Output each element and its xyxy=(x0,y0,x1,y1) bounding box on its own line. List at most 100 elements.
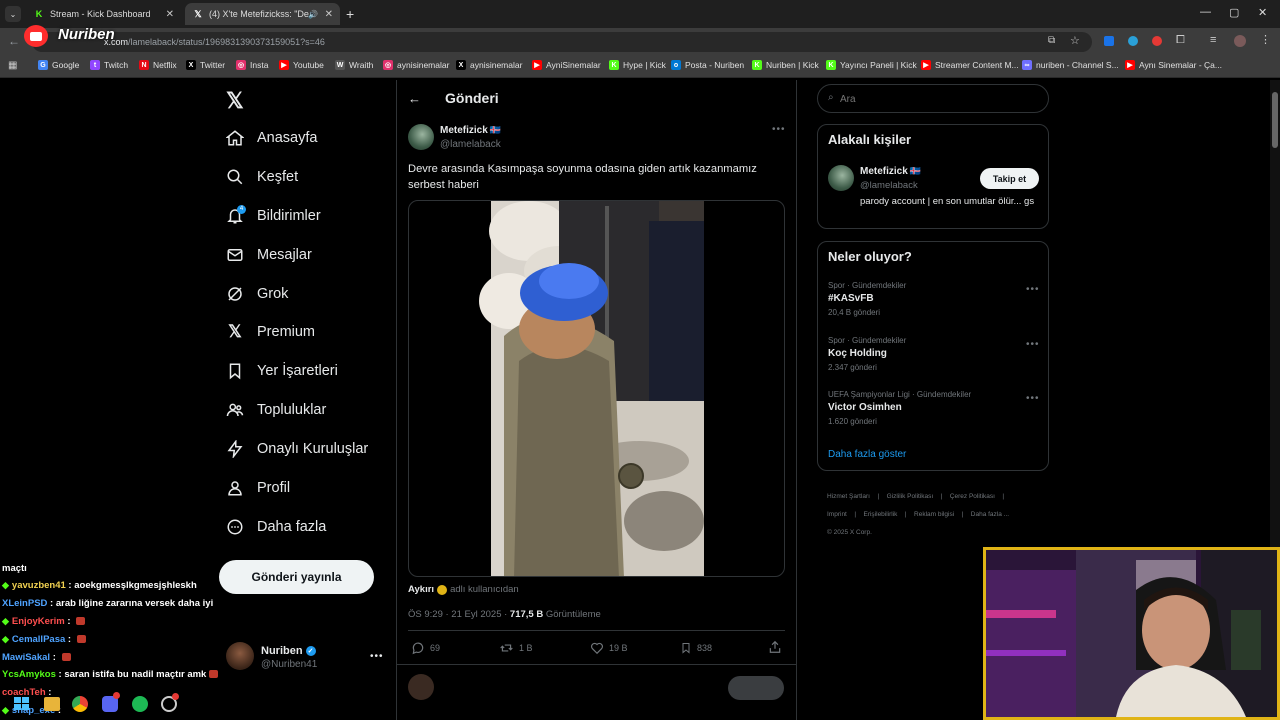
bookmark-item[interactable]: K Yayıncı Paneli | Kick xyxy=(826,60,917,70)
bookmark-item[interactable]: W Wraith xyxy=(335,60,373,70)
chat-username[interactable]: EnjoyKerim xyxy=(12,616,65,627)
bookmark-item[interactable]: ▶ Youtube xyxy=(279,60,324,70)
chat-username[interactable]: CemallPasa xyxy=(12,634,65,645)
avatar[interactable] xyxy=(408,124,434,150)
show-more-link[interactable]: Daha fazla göster xyxy=(828,449,906,460)
nav-profile[interactable]: Profil xyxy=(226,476,290,500)
footer-link[interactable]: Erişilebilirlik xyxy=(863,511,897,518)
nav-label: Bildirimler xyxy=(257,208,321,224)
author-name-row[interactable]: Metefizick 🇮🇸 xyxy=(440,125,501,136)
follow-button[interactable]: Takip et xyxy=(980,168,1039,189)
menu-icon[interactable]: ⋮ xyxy=(1260,33,1271,46)
bookmark-item[interactable]: ◎ Insta xyxy=(236,60,268,70)
nav-more[interactable]: Daha fazla xyxy=(226,515,326,539)
bookmark-item[interactable]: ▶ Aynı Sinemalar - Ça... xyxy=(1125,60,1222,70)
nav-communities[interactable]: Topluluklar xyxy=(226,398,326,422)
more-circle-icon xyxy=(226,518,244,536)
footer-link[interactable]: Gizlilik Politikası xyxy=(887,493,934,500)
more-dots-icon[interactable]: ••• xyxy=(772,124,786,135)
like-button[interactable]: 19 B xyxy=(590,641,628,655)
footer-link[interactable]: Daha fazla ... xyxy=(971,511,1009,518)
more-dots-icon[interactable]: ••• xyxy=(1026,393,1040,404)
puzzle-icon[interactable]: ⧠ xyxy=(1176,34,1185,47)
chrome-icon[interactable] xyxy=(72,696,88,712)
nav-messages[interactable]: Mesajlar xyxy=(226,243,312,267)
post-button[interactable]: Gönderi yayınla xyxy=(219,560,374,594)
footer-link[interactable]: Reklam bilgisi xyxy=(914,511,954,518)
extension-icon[interactable] xyxy=(1104,36,1114,46)
bookmark-item[interactable]: G Google xyxy=(38,60,79,70)
bookmark-item[interactable]: ▶ Streamer Content M... xyxy=(921,60,1019,70)
reply-submit-button[interactable] xyxy=(728,676,784,700)
footer-link[interactable]: Çerez Politikası xyxy=(950,493,995,500)
close-icon[interactable]: ✕ xyxy=(166,9,174,20)
file-explorer-icon[interactable] xyxy=(44,697,60,711)
bookmark-item[interactable]: ◎ aynisinemalar xyxy=(383,60,449,70)
extension-icon[interactable] xyxy=(1128,36,1138,46)
maximize-button[interactable]: ▢ xyxy=(1229,6,1239,19)
bookmark-item[interactable]: X Twitter xyxy=(186,60,225,70)
account-name-row[interactable]: Nuriben ✓ xyxy=(261,645,316,657)
chat-username[interactable]: MawiSakal xyxy=(2,652,50,663)
grok-icon xyxy=(226,285,244,303)
star-icon[interactable]: ☆ xyxy=(1070,34,1080,47)
chat-username[interactable]: YcsAmykos xyxy=(2,669,56,680)
search-box[interactable]: ⌕ xyxy=(817,84,1049,113)
more-dots-icon[interactable]: ••• xyxy=(1026,339,1040,350)
x-logo-icon[interactable]: 𝕏 xyxy=(226,88,244,114)
apps-grid-icon[interactable]: ▦ xyxy=(8,60,17,71)
nav-home[interactable]: Anasayfa xyxy=(226,126,317,150)
bookmark-item[interactable]: ∞ nuriben - Channel S... xyxy=(1022,60,1119,70)
bookmark-item[interactable]: N Netflix xyxy=(139,60,177,70)
avatar[interactable] xyxy=(828,165,854,191)
footer-link[interactable]: Imprint xyxy=(827,511,847,518)
bookmark-item[interactable]: t Twitch xyxy=(90,60,128,70)
source-attribution[interactable]: Aykırı adlı kullanıcıdan xyxy=(408,584,519,595)
share-button[interactable] xyxy=(768,640,782,659)
window-close-button[interactable]: ✕ xyxy=(1258,6,1267,19)
extension-icon[interactable] xyxy=(1152,36,1162,46)
spotify-icon[interactable] xyxy=(132,696,148,712)
more-dots-icon[interactable]: ••• xyxy=(1026,284,1040,295)
more-dots-icon[interactable]: ••• xyxy=(370,651,384,662)
windows-start-icon[interactable] xyxy=(14,697,30,711)
bookmark-item[interactable]: o Posta - Nuriben xyxy=(671,60,744,70)
install-icon[interactable]: ⧉ xyxy=(1048,35,1055,46)
tab-search-button[interactable]: ⌄ xyxy=(5,6,21,22)
trend-item[interactable]: Spor · Gündemdekiler Koç Holding 2.347 g… xyxy=(828,336,906,372)
back-arrow-icon[interactable]: ← xyxy=(408,91,421,106)
reply-button[interactable]: 69 xyxy=(411,641,440,655)
related-name-row[interactable]: Metefizick 🇮🇸 xyxy=(860,166,921,177)
avatar[interactable] xyxy=(226,642,254,670)
nav-premium[interactable]: 𝕏 Premium xyxy=(226,320,315,344)
bookmark-item[interactable]: ▶ AyniSinemalar xyxy=(532,60,601,70)
bookmark-button[interactable]: 838 xyxy=(680,641,712,655)
tab-x-post[interactable]: 𝕏 (4) X'te Metefizickss: "Devre 🔊 ✕ xyxy=(185,3,340,25)
close-icon[interactable]: ✕ xyxy=(325,9,333,20)
reading-list-icon[interactable]: ≡ xyxy=(1210,34,1216,46)
repost-button[interactable]: 1 B xyxy=(499,641,533,655)
minimize-button[interactable]: — xyxy=(1200,6,1211,18)
speaker-icon[interactable]: 🔊 xyxy=(308,10,318,19)
url-text[interactable]: x.com/lamelaback/status/1969831390373159… xyxy=(104,37,325,47)
search-input[interactable] xyxy=(840,89,1040,109)
chat-username[interactable]: XLeinPSD xyxy=(2,598,47,609)
scrollbar-thumb[interactable] xyxy=(1272,92,1278,148)
nav-explore[interactable]: Keşfet xyxy=(226,165,298,189)
trend-item[interactable]: UEFA Şampiyonlar Ligi · Gündemdekiler Vi… xyxy=(828,390,971,426)
bookmark-favicon-icon: W xyxy=(335,60,345,70)
bookmark-item[interactable]: K Nuriben | Kick xyxy=(752,60,819,70)
footer-link[interactable]: Hizmet Şartları xyxy=(827,493,870,500)
back-arrow-icon[interactable]: ← xyxy=(8,34,20,48)
nav-verified-orgs[interactable]: Onaylı Kuruluşlar xyxy=(226,437,368,461)
new-tab-button[interactable]: + xyxy=(346,6,354,22)
avatar[interactable] xyxy=(1234,35,1246,47)
video-player[interactable] xyxy=(408,200,785,577)
chat-username[interactable]: yavuzben41 xyxy=(12,580,66,591)
bookmark-item[interactable]: K Hype | Kick xyxy=(609,60,666,70)
tab-kick-dashboard[interactable]: K Stream - Kick Dashboard ✕ xyxy=(26,3,181,25)
trend-item[interactable]: Spor · Gündemdekiler #KASvFB 20,4 B gönd… xyxy=(828,281,906,317)
nav-grok[interactable]: Grok xyxy=(226,282,288,306)
nav-bookmarks[interactable]: Yer İşaretleri xyxy=(226,359,338,383)
bookmark-item[interactable]: Xaynisinemalar xyxy=(456,60,522,70)
